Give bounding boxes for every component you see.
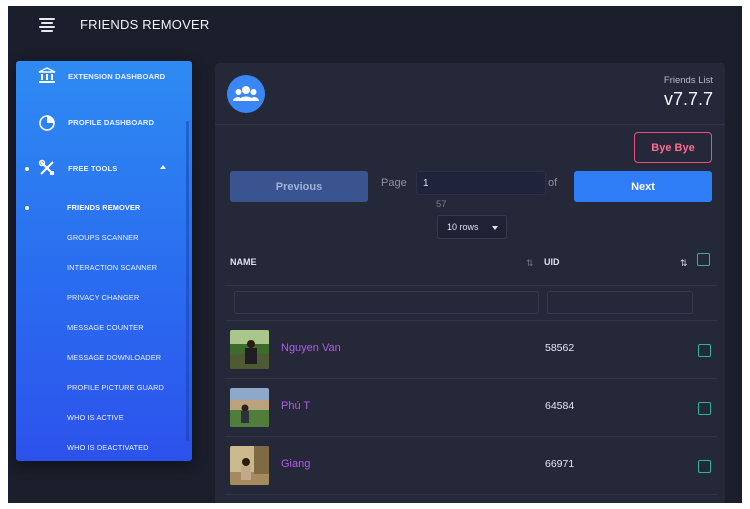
pie-chart-icon bbox=[38, 113, 56, 131]
bullet-icon bbox=[25, 167, 29, 171]
row-checkbox[interactable] bbox=[698, 460, 711, 473]
sidebar-subitem-label: INTERACTION SCANNER bbox=[67, 263, 158, 272]
sidebar-item-extension-dashboard[interactable]: EXTENSION DASHBOARD bbox=[16, 65, 186, 91]
sidebar-scrollbar[interactable] bbox=[186, 121, 189, 441]
friend-name-link[interactable]: Giang bbox=[281, 458, 310, 470]
sidebar-subitem-label: GROUPS SCANNER bbox=[67, 233, 139, 242]
sidebar-item-label: PROFILE DASHBOARD bbox=[68, 118, 155, 127]
sidebar-subitem-label: FRIENDS REMOVER bbox=[67, 203, 141, 212]
menu-toggle-icon[interactable] bbox=[38, 17, 56, 33]
app-window: FRIENDS REMOVER EXTENSION DASHBOARD PROF… bbox=[8, 6, 742, 503]
divider bbox=[225, 285, 717, 286]
sidebar-subitem-label: WHO IS DEACTIVATED bbox=[67, 443, 149, 452]
sidebar-subitem-label: MESSAGE DOWNLOADER bbox=[67, 353, 162, 362]
sidebar-subitem-who-is-active[interactable]: WHO IS ACTIVE bbox=[16, 406, 186, 432]
divider bbox=[225, 494, 717, 495]
row-checkbox[interactable] bbox=[698, 402, 711, 415]
sidebar-item-label: FREE TOOLS bbox=[68, 164, 118, 173]
sidebar-subitem-who-is-deactivated[interactable]: WHO IS DEACTIVATED bbox=[16, 436, 186, 461]
bye-bye-button[interactable]: Bye Bye bbox=[634, 132, 712, 163]
sidebar-subitem-interaction-scanner[interactable]: INTERACTION SCANNER bbox=[16, 256, 186, 282]
sidebar-subitem-groups-scanner[interactable]: GROUPS SCANNER bbox=[16, 226, 186, 252]
friend-name-link[interactable]: Nguyen Van bbox=[281, 342, 341, 354]
divider bbox=[215, 124, 725, 125]
friend-uid: 58562 bbox=[545, 342, 575, 354]
version-label: v7.7.7 bbox=[663, 89, 713, 109]
sidebar-subitem-message-counter[interactable]: MESSAGE COUNTER bbox=[16, 316, 186, 342]
next-button[interactable]: Next bbox=[574, 171, 712, 202]
sort-icon[interactable]: ⇅ bbox=[526, 258, 534, 269]
table-row: Phú T 64584 bbox=[225, 379, 717, 437]
friend-name-link[interactable]: Phú T bbox=[281, 400, 310, 412]
total-pages: 57 bbox=[436, 199, 447, 210]
friends-list-card: Friends List v7.7.7 Bye Bye Previous Pag… bbox=[215, 63, 725, 503]
sidebar-item-label: EXTENSION DASHBOARD bbox=[68, 72, 166, 81]
chevron-up-icon[interactable] bbox=[160, 165, 166, 169]
sort-icon[interactable]: ⇅ bbox=[680, 258, 688, 269]
previous-button[interactable]: Previous bbox=[230, 171, 368, 202]
rows-per-page-value: 10 rows bbox=[447, 222, 479, 232]
row-checkbox[interactable] bbox=[698, 344, 711, 357]
friend-avatar bbox=[230, 446, 269, 485]
tools-icon bbox=[38, 159, 56, 177]
uid-filter-input[interactable] bbox=[547, 291, 693, 314]
column-header-uid[interactable]: UID bbox=[544, 257, 560, 267]
sidebar-item-free-tools[interactable]: FREE TOOLS bbox=[16, 157, 186, 183]
name-filter-input[interactable] bbox=[234, 291, 539, 314]
sidebar-subitem-friends-remover[interactable]: FRIENDS REMOVER bbox=[16, 196, 186, 222]
sidebar-subitem-message-downloader[interactable]: MESSAGE DOWNLOADER bbox=[16, 346, 186, 372]
table-row: Giang 66971 bbox=[225, 437, 717, 495]
bullet-icon bbox=[25, 206, 29, 210]
sidebar-subitem-label: PROFILE PICTURE GUARD bbox=[67, 383, 164, 392]
bank-icon bbox=[38, 67, 56, 85]
sidebar-menu: EXTENSION DASHBOARD PROFILE DASHBOARD FR… bbox=[16, 61, 192, 461]
sidebar-subitem-privacy-changer[interactable]: PRIVACY CHANGER bbox=[16, 286, 186, 312]
sidebar-subitem-label: PRIVACY CHANGER bbox=[67, 293, 140, 302]
users-group-icon bbox=[227, 75, 265, 113]
table-row: Nguyen Van 58562 bbox=[225, 321, 717, 379]
column-header-name[interactable]: NAME bbox=[230, 257, 257, 267]
top-bar: FRIENDS REMOVER bbox=[8, 6, 742, 56]
friend-uid: 64584 bbox=[545, 400, 575, 412]
friend-avatar bbox=[230, 388, 269, 427]
page-number-input[interactable] bbox=[416, 171, 546, 195]
friend-uid: 66971 bbox=[545, 458, 575, 470]
friend-avatar bbox=[230, 330, 269, 369]
chevron-down-icon bbox=[492, 226, 498, 230]
sidebar-subitem-label: WHO IS ACTIVE bbox=[67, 413, 124, 422]
sidebar-subitem-profile-picture-guard[interactable]: PROFILE PICTURE GUARD bbox=[16, 376, 186, 402]
app-title: FRIENDS REMOVER bbox=[80, 17, 210, 32]
sidebar-item-profile-dashboard[interactable]: PROFILE DASHBOARD bbox=[16, 111, 186, 137]
sidebar-subitem-label: MESSAGE COUNTER bbox=[67, 323, 144, 332]
page-label: Page bbox=[381, 177, 407, 189]
rows-per-page-select[interactable]: 10 rows bbox=[437, 215, 507, 239]
select-all-checkbox[interactable] bbox=[697, 253, 710, 266]
of-label: of bbox=[548, 177, 558, 189]
card-subtitle: Friends List bbox=[663, 75, 713, 86]
